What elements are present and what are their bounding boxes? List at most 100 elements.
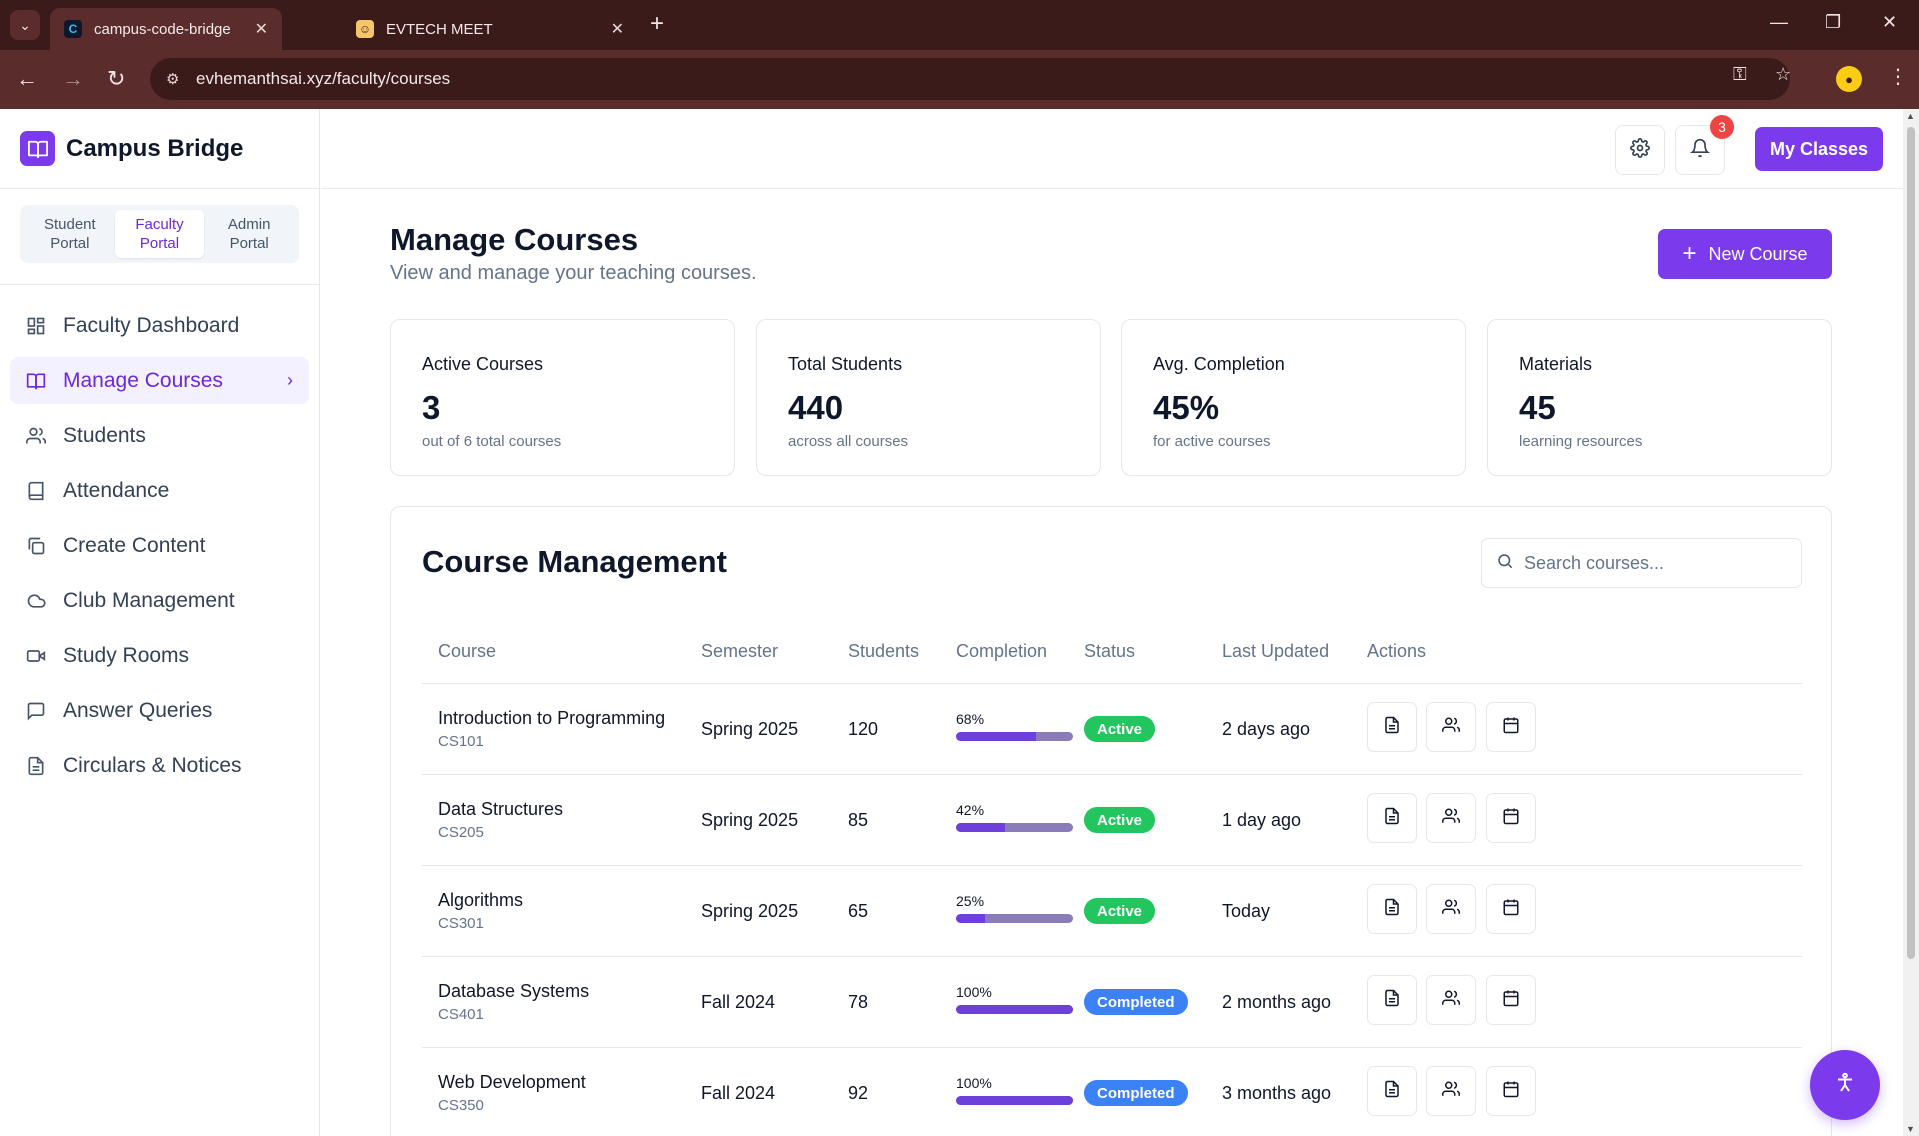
notifications-button[interactable]: 3 xyxy=(1675,115,1734,175)
course-name[interactable]: Data Structures xyxy=(438,799,563,820)
browser-menu-icon[interactable]: ⋮ xyxy=(1888,64,1908,89)
admin-portal-button[interactable]: Admin Portal xyxy=(204,210,294,258)
view-students-button[interactable] xyxy=(1426,702,1476,752)
course-cell: Algorithms CS301 xyxy=(438,890,523,932)
semester-cell: Fall 2024 xyxy=(701,1083,776,1103)
profile-avatar[interactable]: ● xyxy=(1836,66,1862,92)
table-row[interactable]: Algorithms CS301 Spring 2025 65 25% Active Tod… xyxy=(422,866,1802,957)
browser-tab-campus[interactable]: C campus-code-bridge ✕ xyxy=(50,8,282,50)
view-students-button[interactable] xyxy=(1426,1066,1476,1116)
table-row[interactable]: Database Systems CS401 Fall 2024 78 100% Comp… xyxy=(422,957,1802,1048)
sidebar-item-students[interactable]: Students xyxy=(10,412,309,459)
status-badge: Completed xyxy=(1084,1080,1188,1106)
schedule-button[interactable] xyxy=(1486,1066,1536,1116)
completion-cell: 100% xyxy=(956,1075,1073,1105)
course-name[interactable]: Database Systems xyxy=(438,981,589,1002)
completion-progress-bar xyxy=(956,1096,1073,1105)
document-icon xyxy=(1383,807,1401,830)
column-header-students: Students xyxy=(848,641,920,661)
portal-label: Portal xyxy=(139,235,180,252)
new-tab-icon[interactable]: + xyxy=(650,10,664,38)
status-badge: Completed xyxy=(1084,989,1188,1015)
settings-button[interactable] xyxy=(1615,125,1665,175)
sidebar-item-answer-queries[interactable]: Answer Queries xyxy=(10,687,309,734)
completion-percent: 100% xyxy=(956,1075,992,1091)
last-updated-cell: 1 day ago xyxy=(1222,810,1302,830)
plus-icon: + xyxy=(1682,240,1697,267)
document-icon xyxy=(1383,716,1401,739)
view-materials-button[interactable] xyxy=(1367,884,1417,934)
table-row[interactable]: Data Structures CS205 Spring 2025 85 42% Acti… xyxy=(422,775,1802,866)
search-input[interactable] xyxy=(1524,552,1784,574)
assistant-fab-button[interactable] xyxy=(1810,1050,1880,1120)
course-name[interactable]: Introduction to Programming xyxy=(438,708,665,729)
scroll-down-icon[interactable]: ▼ xyxy=(1906,1124,1915,1134)
students-cell: 65 xyxy=(848,901,869,921)
close-tab-icon[interactable]: ✕ xyxy=(255,19,268,39)
restore-icon[interactable]: ❐ xyxy=(1825,12,1841,33)
new-course-button[interactable]: + New Course xyxy=(1658,229,1832,279)
course-name[interactable]: Algorithms xyxy=(438,890,523,911)
table-row[interactable]: Web Development CS350 Fall 2024 92 100% Compl… xyxy=(422,1048,1802,1136)
column-header-status: Status xyxy=(1084,641,1136,661)
sidebar-item-attendance[interactable]: Attendance xyxy=(10,467,309,514)
column-header-actions: Actions xyxy=(1367,641,1427,661)
sidebar-item-circulars-notices[interactable]: Circulars & Notices xyxy=(10,742,309,789)
stat-note: out of 6 total courses xyxy=(422,433,562,450)
view-students-button[interactable] xyxy=(1426,884,1476,934)
sidebar-item-create-content[interactable]: Create Content xyxy=(10,522,309,569)
faculty-portal-button[interactable]: Faculty Portal xyxy=(114,210,205,258)
sidebar-item-label: Club Management xyxy=(63,588,235,612)
scroll-up-icon[interactable]: ▲ xyxy=(1906,111,1915,121)
password-key-icon[interactable]: ⚿ xyxy=(1733,64,1747,85)
browser-tab-meet[interactable]: ☺ EVTECH MEET ✕ xyxy=(342,8,638,50)
page-scrollbar[interactable]: ▲ ▼ xyxy=(1903,109,1919,1136)
schedule-button[interactable] xyxy=(1486,884,1536,934)
my-classes-button[interactable]: My Classes xyxy=(1755,127,1883,171)
view-materials-button[interactable] xyxy=(1367,1066,1417,1116)
reload-icon[interactable]: ↻ xyxy=(107,66,125,92)
sidebar-item-study-rooms[interactable]: Study Rooms xyxy=(10,632,309,679)
completion-progress-fill xyxy=(956,1005,1073,1014)
minimize-icon[interactable]: — xyxy=(1770,12,1788,33)
course-code: CS301 xyxy=(438,915,484,932)
meet-favicon-icon: ☺ xyxy=(356,20,374,38)
schedule-button[interactable] xyxy=(1486,793,1536,843)
tab-title: campus-code-bridge xyxy=(94,20,231,38)
back-icon[interactable]: ← xyxy=(16,66,38,92)
scrollbar-thumb[interactable] xyxy=(1907,127,1915,959)
view-materials-button[interactable] xyxy=(1367,793,1417,843)
users-icon xyxy=(1442,1080,1461,1103)
sidebar-item-label: Circulars & Notices xyxy=(63,753,242,777)
sidebar-item-manage-courses[interactable]: Manage Courses › xyxy=(10,357,309,404)
view-students-button[interactable] xyxy=(1426,975,1476,1025)
stat-value: 45 xyxy=(1519,389,1556,426)
student-portal-button[interactable]: Student Portal xyxy=(25,210,115,258)
course-cell: Data Structures CS205 xyxy=(438,799,563,841)
sidebar-item-faculty-dashboard[interactable]: Faculty Dashboard xyxy=(10,302,309,349)
view-students-button[interactable] xyxy=(1426,793,1476,843)
view-materials-button[interactable] xyxy=(1367,702,1417,752)
accessibility-icon xyxy=(1833,1071,1857,1100)
forward-icon[interactable]: → xyxy=(62,66,84,92)
search-box xyxy=(1481,538,1802,588)
view-materials-button[interactable] xyxy=(1367,975,1417,1025)
site-info-icon[interactable]: ⚙ xyxy=(166,70,179,88)
stat-label: Active Courses xyxy=(422,354,544,374)
close-tab-icon[interactable]: ✕ xyxy=(611,19,624,39)
sidebar-item-club-management[interactable]: Club Management xyxy=(10,577,309,624)
address-bar[interactable]: ⚙ evhemanthsai.xyz/faculty/courses xyxy=(150,58,1790,100)
schedule-button[interactable] xyxy=(1486,975,1536,1025)
column-header-course: Course xyxy=(438,641,497,661)
window-close-icon[interactable]: ✕ xyxy=(1882,12,1897,33)
tab-search-button[interactable]: ⌄ xyxy=(10,10,40,40)
course-name[interactable]: Web Development xyxy=(438,1072,586,1093)
last-updated-cell: 2 months ago xyxy=(1222,992,1332,1012)
gear-icon xyxy=(1630,137,1650,163)
users-icon xyxy=(25,425,47,447)
table-row[interactable]: Introduction to Programming CS101 Spring 2… xyxy=(422,684,1802,775)
users-icon xyxy=(1442,807,1461,830)
bookmark-star-icon[interactable]: ☆ xyxy=(1775,64,1791,85)
schedule-button[interactable] xyxy=(1486,702,1536,752)
semester-cell: Spring 2025 xyxy=(701,719,799,739)
